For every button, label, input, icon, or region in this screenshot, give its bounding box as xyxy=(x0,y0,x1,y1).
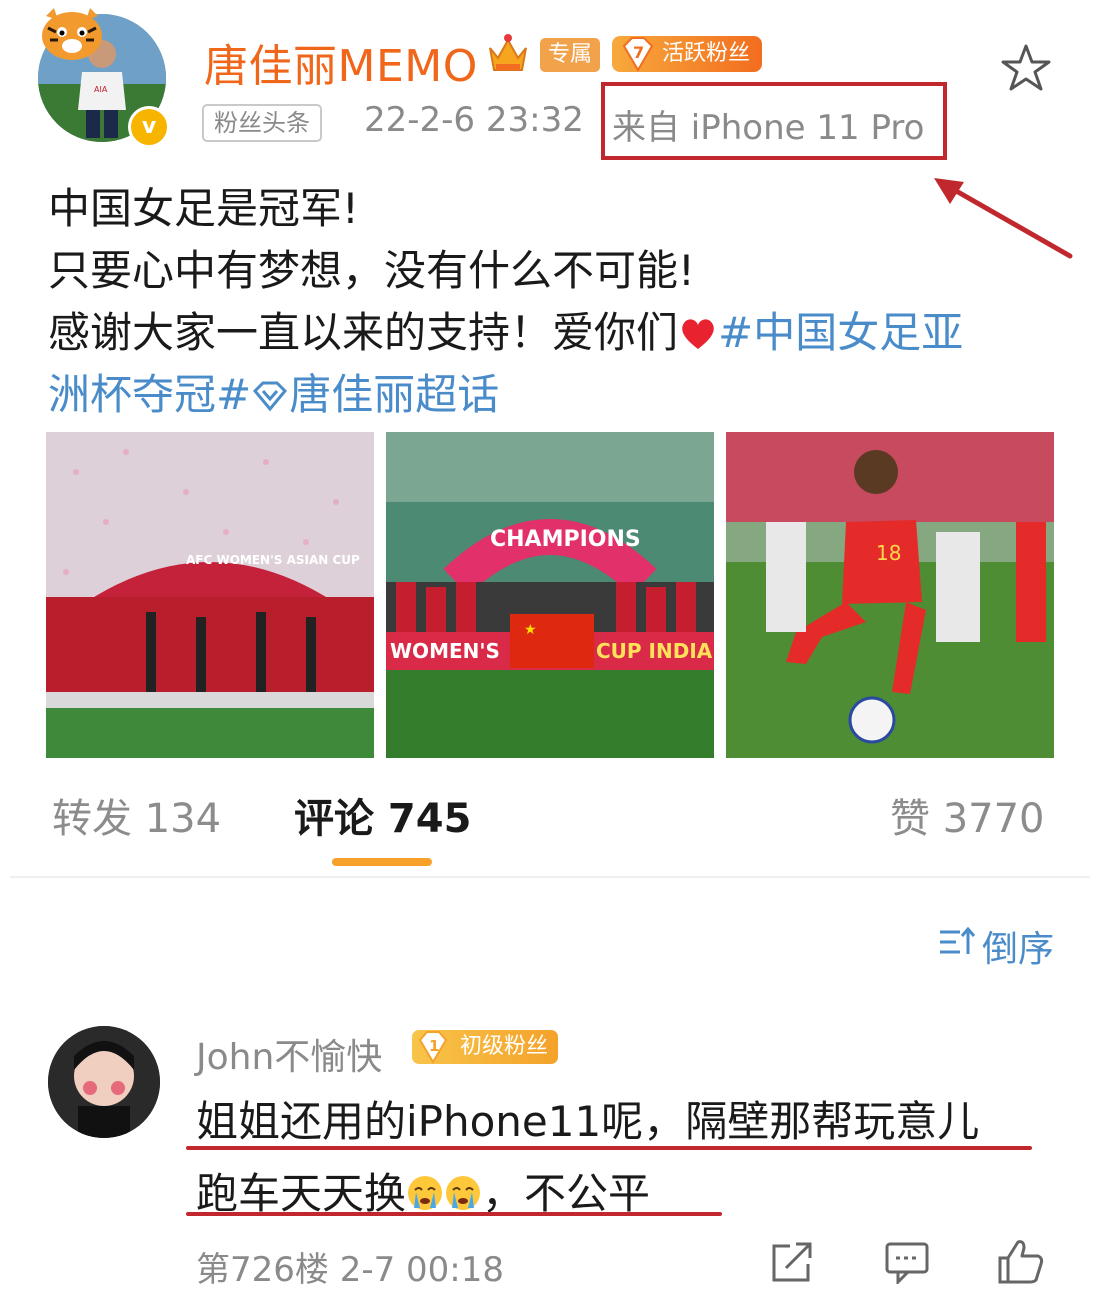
fan-badge-label: 活跃粉丝 xyxy=(662,41,751,66)
crying-emoji-icon xyxy=(406,1162,444,1210)
comment-line-2-b: ，不公平 xyxy=(482,1169,651,1218)
reply-icon[interactable] xyxy=(884,1240,930,1286)
comment-text: 姐姐还用的iPhone11呢，隔壁那帮玩意儿 跑车天天换 ，不公平 xyxy=(196,1086,1056,1230)
svg-text:★: ★ xyxy=(524,622,537,638)
annotation-highlight-box xyxy=(601,82,947,160)
like-tab[interactable]: 赞 3770 xyxy=(890,786,1045,844)
post-line-1: 中国女足是冠军! xyxy=(48,184,359,233)
post-content: 中国女足是冠军! 只要心中有梦想，没有什么不可能! 感谢大家一直以来的支持！爱你… xyxy=(48,178,1058,426)
post-line-4: 洲杯夺冠# 唐佳丽超话 xyxy=(48,364,1058,426)
svg-text:AFC WOMEN'S ASIAN CUP: AFC WOMEN'S ASIAN CUP xyxy=(186,553,360,567)
post-image-1[interactable]: AFC WOMEN'S ASIAN CUP xyxy=(46,432,374,758)
post-line-3: 感谢大家一直以来的支持！爱你们 #中国女足亚 xyxy=(48,302,1058,364)
post-line-3-text: 感谢大家一直以来的支持！爱你们 xyxy=(48,308,679,357)
post-image-2[interactable]: CHAMPIONS ★ WOMEN'S CUP INDIA 2 xyxy=(386,432,714,758)
svg-text:CUP INDIA 2: CUP INDIA 2 xyxy=(596,639,714,663)
svg-text:1: 1 xyxy=(429,1037,439,1055)
svg-text:WOMEN'S: WOMEN'S xyxy=(390,639,500,663)
tiger-pendant-icon xyxy=(38,6,108,64)
favorite-star-icon[interactable] xyxy=(998,40,1054,96)
topic-link-part1[interactable]: #中国女足亚 xyxy=(718,308,963,357)
exclusive-badge: 专属 xyxy=(540,38,601,72)
topic-link-part2[interactable]: 洲杯夺冠# xyxy=(48,370,251,419)
author-name[interactable]: 唐佳丽MEMO xyxy=(204,30,478,94)
section-divider xyxy=(10,876,1090,878)
thumbs-up-icon[interactable] xyxy=(996,1236,1046,1286)
share-icon[interactable] xyxy=(770,1240,816,1284)
repost-tab[interactable]: 转发 134 xyxy=(52,786,221,844)
comment-line-2-a: 跑车天天换 xyxy=(196,1169,407,1218)
commenter-fan-badge-label: 初级粉丝 xyxy=(460,1034,549,1059)
heart-icon xyxy=(678,306,718,349)
verified-badge-icon: v xyxy=(128,106,170,148)
fan-level-diamond-icon: 7 xyxy=(620,36,656,72)
comment-line-2: 跑车天天换 ，不公平 xyxy=(196,1158,1056,1230)
active-tab-indicator xyxy=(332,858,432,866)
annotation-underline-2 xyxy=(186,1212,722,1216)
super-topic-link[interactable]: 唐佳丽超话 xyxy=(289,370,499,419)
post-time: 22-2-6 23:32 xyxy=(364,100,584,140)
comment-tab[interactable]: 评论 745 xyxy=(294,786,471,844)
commenter-name[interactable]: John不愉快 xyxy=(196,1028,382,1080)
super-topic-diamond-icon xyxy=(251,368,289,412)
crown-icon xyxy=(486,30,530,76)
post-line-2: 只要心中有梦想，没有什么不可能! xyxy=(48,246,695,295)
commenter-fan-diamond-icon: 1 xyxy=(416,1030,450,1064)
sort-order-button[interactable]: 倒序 xyxy=(982,920,1054,972)
post-image-3[interactable]: 18 xyxy=(726,432,1054,758)
comment-floor-time: 第726楼 2-7 00:18 xyxy=(196,1250,505,1290)
sort-icon[interactable] xyxy=(938,926,976,958)
svg-text:18: 18 xyxy=(876,541,901,565)
svg-text:AIA: AIA xyxy=(94,85,108,94)
annotation-underline-1 xyxy=(186,1146,1032,1150)
svg-text:7: 7 xyxy=(633,43,644,62)
fans-headline-tag[interactable]: 粉丝头条 xyxy=(202,104,322,142)
commenter-avatar[interactable] xyxy=(48,1026,160,1138)
crying-emoji-icon xyxy=(444,1162,482,1210)
svg-text:CHAMPIONS: CHAMPIONS xyxy=(490,527,641,552)
